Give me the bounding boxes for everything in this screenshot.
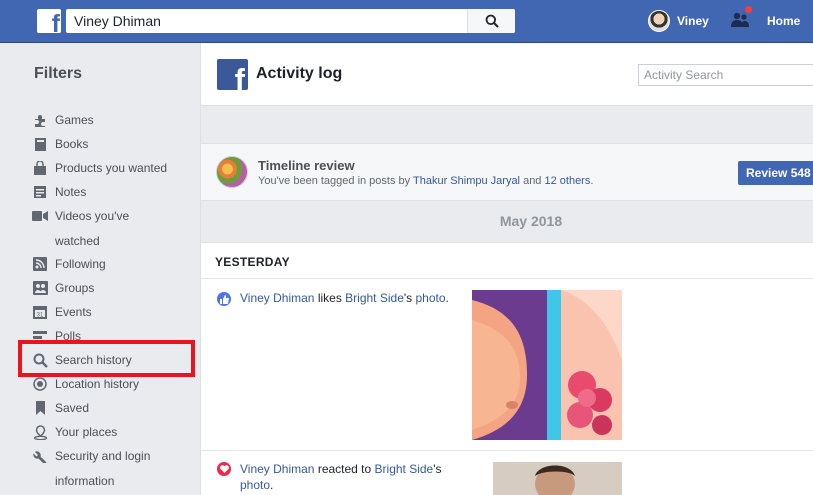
activity-photo[interactable] — [472, 290, 622, 440]
possessive-text: 's — [433, 462, 442, 476]
activity-entry: Viney Dhiman reacted to Bright Side's pho… — [201, 452, 813, 495]
svg-text:31: 31 — [37, 313, 44, 319]
actor-link[interactable]: Viney Dhiman — [240, 462, 314, 476]
sidebar-item-location-history[interactable]: Location history — [32, 374, 139, 394]
magnifier-icon — [485, 14, 499, 28]
wrench-icon — [32, 448, 48, 464]
sidebar-item-groups[interactable]: Groups — [32, 278, 94, 298]
sidebar-item-videos-line2[interactable]: watched — [55, 234, 100, 248]
activity-panel: YESTERDAY Viney Dhiman likes Bright Side… — [201, 242, 813, 495]
puzzle-icon — [32, 112, 48, 128]
object-link[interactable]: photo — [240, 478, 270, 492]
sidebar-item-label: Security and login — [55, 449, 151, 463]
day-label: YESTERDAY — [215, 255, 290, 269]
activity-search[interactable] — [638, 64, 813, 86]
tagger-link[interactable]: Thakur Shimpu Jaryal — [413, 175, 520, 187]
sidebar-item-videos[interactable]: Videos you've — [32, 206, 129, 226]
notification-badge — [744, 5, 753, 14]
sidebar-item-label: Books — [55, 137, 89, 151]
place-icon — [32, 424, 48, 440]
desc-text: . — [590, 175, 594, 187]
activity-log-logo-icon: f — [217, 59, 248, 90]
activity-text: Viney Dhiman likes Bright Side's photo. — [240, 290, 449, 306]
facebook-logo-icon[interactable]: f — [37, 9, 61, 33]
others-link[interactable]: 12 others — [544, 175, 590, 187]
verb-text: likes — [314, 291, 346, 305]
sidebar-item-label: Products you wanted — [55, 161, 168, 175]
group-icon — [32, 280, 48, 296]
timeline-review-description: You've been tagged in posts by Thakur Sh… — [258, 175, 593, 187]
end-text: . — [445, 291, 449, 305]
filters-sidebar: Filters Games Books Products you wanted … — [0, 43, 200, 495]
sidebar-item-products[interactable]: Products you wanted — [32, 158, 167, 178]
book-icon — [32, 136, 48, 152]
heart-reaction-icon — [217, 462, 231, 476]
desc-text: You've been tagged in posts by — [258, 175, 414, 187]
page-title: Activity log — [256, 65, 343, 82]
bookmark-icon — [32, 400, 48, 416]
home-link[interactable]: Home — [767, 14, 800, 28]
page-link[interactable]: Bright Side — [345, 291, 404, 305]
location-icon — [32, 376, 48, 392]
highlight-annotation-box — [18, 340, 195, 377]
desc-text: and — [520, 175, 545, 187]
sidebar-item-label: Notes — [55, 185, 87, 199]
sidebar-item-label: Following — [55, 257, 106, 271]
day-header: YESTERDAY — [201, 243, 813, 279]
actor-link[interactable]: Viney Dhiman — [240, 291, 314, 305]
filters-title: Filters — [34, 65, 83, 82]
sidebar-item-notes[interactable]: Notes — [32, 182, 86, 202]
verb-text: reacted to — [314, 462, 375, 476]
search-box[interactable] — [66, 9, 515, 33]
sidebar-item-books[interactable]: Books — [32, 134, 88, 154]
bag-icon — [32, 160, 48, 176]
video-icon — [32, 208, 48, 224]
sidebar-item-games[interactable]: Games — [32, 110, 94, 130]
calendar-icon: 31 — [32, 304, 48, 320]
sidebar-item-following[interactable]: Following — [32, 254, 106, 274]
sidebar-item-security[interactable]: Security and login — [32, 446, 150, 466]
object-link[interactable]: photo — [416, 291, 446, 305]
sidebar-item-label: Games — [55, 113, 94, 127]
like-icon — [217, 292, 231, 306]
sidebar-item-label: Events — [55, 305, 92, 319]
activity-photo[interactable] — [493, 462, 622, 495]
sidebar-item-label: Location history — [55, 377, 140, 391]
avatar — [648, 10, 670, 32]
timeline-review-avatar — [216, 156, 248, 188]
note-icon — [32, 184, 48, 200]
timeline-review-card: Timeline review You've been tagged in po… — [201, 143, 813, 201]
search-input[interactable] — [66, 9, 466, 33]
month-label: May 2018 — [499, 213, 563, 229]
top-navigation-bar: f Viney Home — [0, 0, 813, 43]
review-button[interactable]: Review 548 — [738, 161, 813, 185]
sidebar-item-label: Groups — [55, 281, 95, 295]
search-button[interactable] — [467, 9, 515, 33]
rss-icon — [32, 256, 48, 272]
sidebar-item-label: Videos you've — [55, 209, 130, 223]
sidebar-item-your-places[interactable]: Your places — [32, 422, 117, 442]
sidebar-item-label: Your places — [55, 425, 118, 439]
activity-entry: Viney Dhiman likes Bright Side's photo. — [201, 280, 813, 451]
profile-link[interactable]: Viney — [648, 9, 709, 33]
activity-search-input[interactable] — [639, 65, 813, 85]
sidebar-item-security-line2[interactable]: information — [55, 474, 114, 488]
possessive-text: 's — [403, 291, 416, 305]
sidebar-item-saved[interactable]: Saved — [32, 398, 89, 418]
end-text: . — [270, 478, 274, 492]
sidebar-item-events[interactable]: 31 Events — [32, 302, 92, 322]
profile-name: Viney — [677, 14, 709, 28]
page-link[interactable]: Bright Side — [375, 462, 434, 476]
sidebar-item-label: Saved — [55, 401, 90, 415]
timeline-review-title: Timeline review — [258, 158, 355, 173]
activity-log-header: f Activity log — [201, 43, 813, 106]
activity-text: Viney Dhiman reacted to Bright Side's pho… — [240, 461, 470, 493]
